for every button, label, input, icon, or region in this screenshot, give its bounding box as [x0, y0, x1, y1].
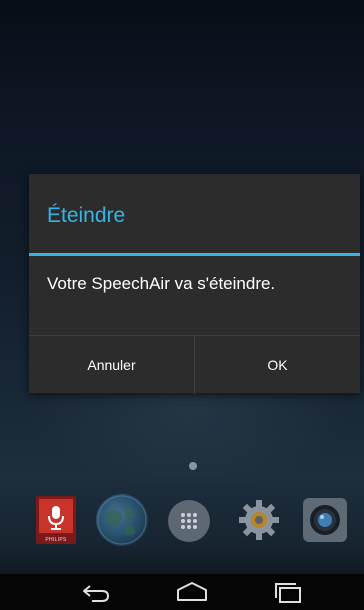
dialog-message: Votre SpeechAir va s'éteindre. [47, 274, 276, 293]
home-screen: PHILIPS Éteindre Votre SpeechAir va s'ét… [0, 0, 364, 610]
back-icon[interactable] [66, 574, 126, 610]
navigation-bar [0, 574, 364, 610]
gear-icon[interactable] [236, 497, 282, 543]
ok-button[interactable]: OK [194, 336, 360, 394]
philips-logo: PHILIPS [45, 537, 67, 543]
globe-icon[interactable] [96, 494, 148, 546]
grid-dots-icon[interactable] [168, 500, 210, 542]
cancel-button[interactable]: Annuler [29, 336, 194, 394]
title-divider [29, 253, 360, 256]
dialog-title: Éteindre [47, 204, 126, 227]
page-indicator-dot [189, 462, 197, 470]
dialog-actions: Annuler OK [29, 335, 360, 394]
shutdown-dialog: Éteindre Votre SpeechAir va s'éteindre. … [29, 174, 360, 394]
recents-icon[interactable] [258, 574, 318, 610]
home-icon[interactable] [162, 574, 222, 610]
camera-icon[interactable] [303, 498, 347, 542]
microphone-icon [39, 499, 73, 533]
speechair-app-icon[interactable]: PHILIPS [36, 496, 76, 544]
